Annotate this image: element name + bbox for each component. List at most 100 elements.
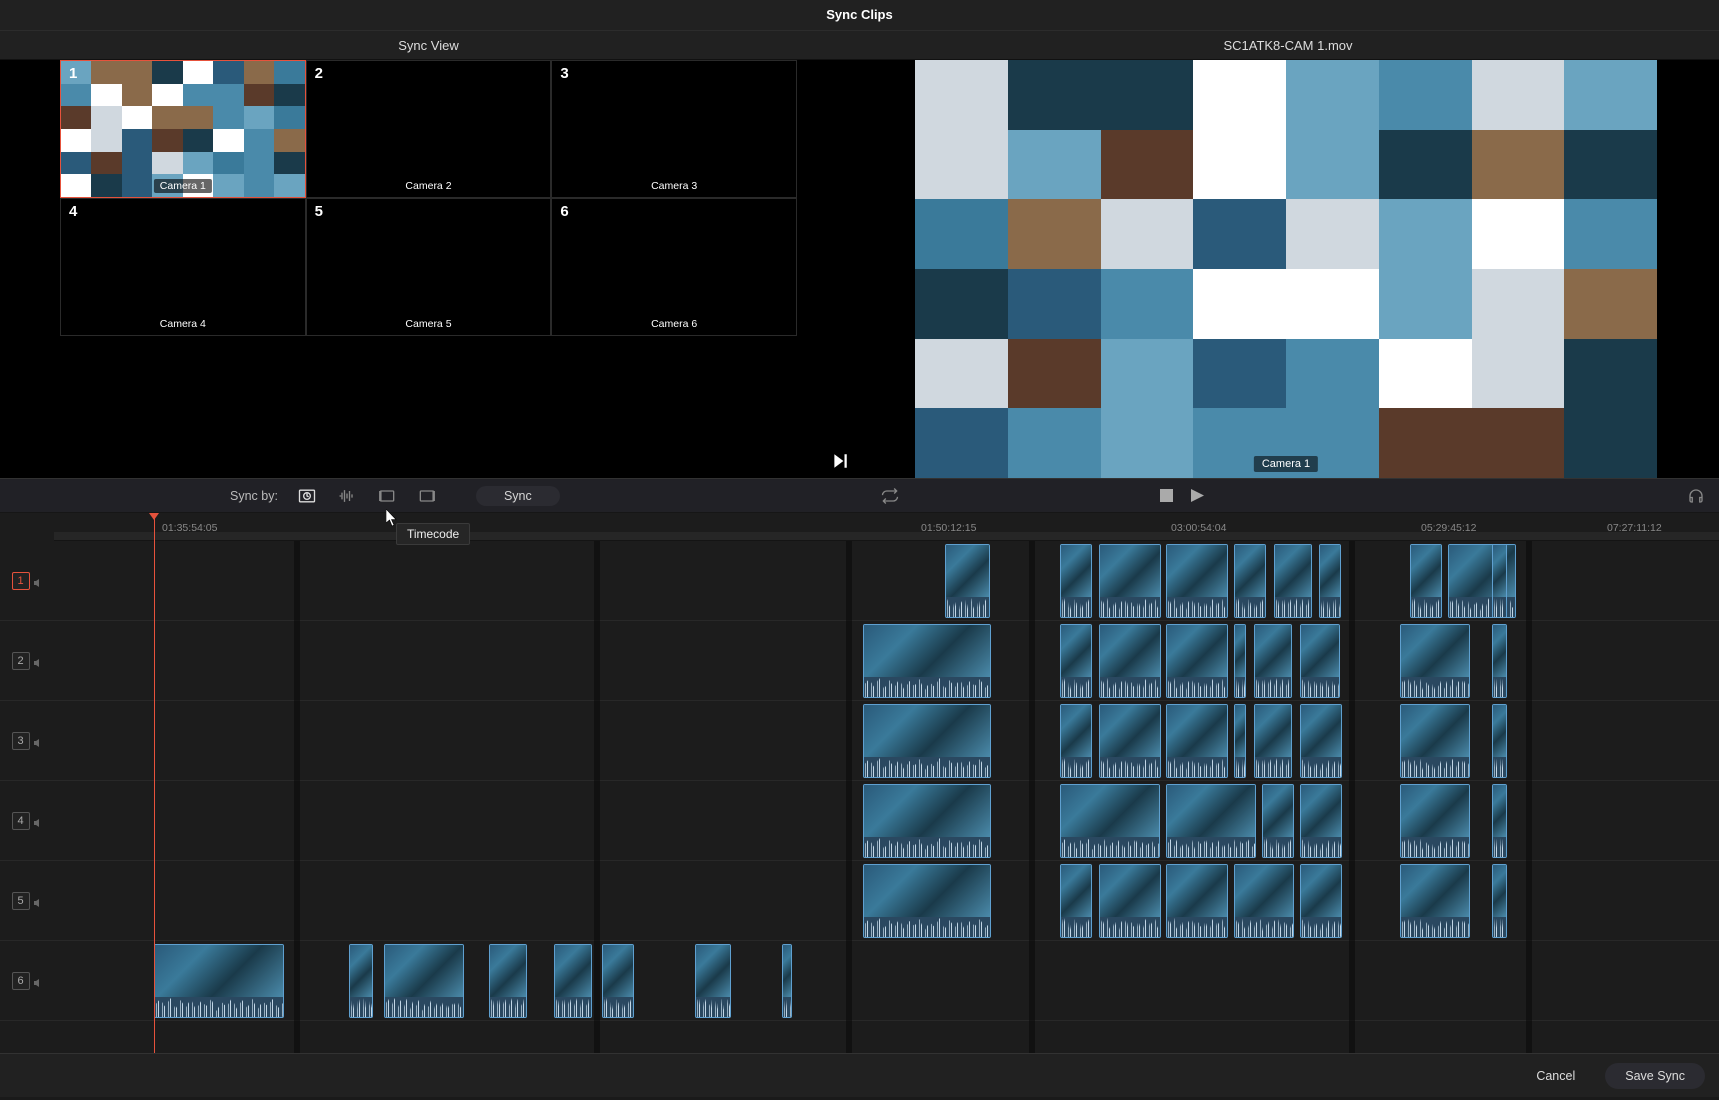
track-audio-icon[interactable] [33,816,43,826]
sync-cell-3[interactable]: 3Camera 3 [551,60,797,198]
track-audio-icon[interactable] [33,736,43,746]
clip[interactable] [863,784,991,858]
sync-by-in-point-icon[interactable] [376,485,398,507]
track-audio-icon[interactable] [33,576,43,586]
clip[interactable] [1234,624,1246,698]
track-audio-icon[interactable] [33,656,43,666]
clip[interactable] [554,944,592,1018]
track-lane-2[interactable] [54,621,1719,701]
clip-waveform [350,997,372,1017]
stop-button[interactable] [1160,489,1173,502]
clip[interactable] [1300,784,1342,858]
sync-button[interactable]: Sync [476,486,560,506]
clip-waveform [1167,837,1255,857]
track-number[interactable]: 3 [12,732,30,750]
clip[interactable] [945,544,990,618]
clip[interactable] [1254,704,1292,778]
clip[interactable] [1400,624,1470,698]
sync-by-timecode-icon[interactable]: Timecode [296,485,318,507]
headphone-icon[interactable] [1687,487,1705,505]
track-lane-4[interactable] [54,781,1719,861]
clip[interactable] [863,704,991,778]
cancel-button[interactable]: Cancel [1516,1063,1595,1089]
clip[interactable] [1400,784,1470,858]
timeline-ruler[interactable]: 01:35:54:059:0701:50:12:1503:00:54:0405:… [54,513,1719,541]
clip[interactable] [1060,864,1092,938]
clip[interactable] [1492,784,1507,858]
track-lane-1[interactable] [54,541,1719,621]
track-lane-6[interactable] [54,941,1719,1021]
clip-thumbnail [1235,545,1265,597]
track-number[interactable]: 5 [12,892,30,910]
sync-by-out-point-icon[interactable] [416,485,438,507]
track-header-2[interactable]: 2 [0,621,54,701]
track-header-5[interactable]: 5 [0,861,54,941]
sync-cell-2[interactable]: 2Camera 2 [306,60,552,198]
clip[interactable] [384,944,464,1018]
clip[interactable] [602,944,634,1018]
clip[interactable] [1492,544,1507,618]
clip[interactable] [782,944,792,1018]
track-number[interactable]: 6 [12,972,30,990]
clip[interactable] [154,944,284,1018]
clip[interactable] [1099,544,1161,618]
clip[interactable] [1300,704,1342,778]
clip[interactable] [1274,544,1312,618]
clip[interactable] [863,624,991,698]
clip[interactable] [1166,784,1256,858]
track-audio-icon[interactable] [33,896,43,906]
clip[interactable] [1300,864,1342,938]
clip-waveform [1100,917,1160,937]
track-number[interactable]: 2 [12,652,30,670]
clip[interactable] [1166,544,1228,618]
sync-cell-5[interactable]: 5Camera 5 [306,198,552,336]
clip[interactable] [1400,864,1470,938]
clip[interactable] [1060,544,1092,618]
clip[interactable] [1492,624,1507,698]
track-audio-icon[interactable] [33,976,43,986]
clip[interactable] [1234,704,1246,778]
clip[interactable] [1492,864,1507,938]
clip[interactable] [1234,544,1266,618]
track-header-4[interactable]: 4 [0,781,54,861]
clip[interactable] [1319,544,1341,618]
sync-cell-6[interactable]: 6Camera 6 [551,198,797,336]
clip[interactable] [695,944,731,1018]
track-header-6[interactable]: 6 [0,941,54,1021]
play-button[interactable] [1191,489,1204,502]
clip[interactable] [1060,784,1160,858]
clip[interactable] [1492,704,1507,778]
track-lane-5[interactable] [54,861,1719,941]
track-header-3[interactable]: 3 [0,701,54,781]
clip[interactable] [1099,704,1161,778]
track-number[interactable]: 4 [12,812,30,830]
clip[interactable] [1234,864,1294,938]
clip[interactable] [1060,704,1092,778]
clip[interactable] [863,864,991,938]
tracks-body[interactable] [54,541,1719,1053]
clip[interactable] [1099,864,1161,938]
save-sync-button[interactable]: Save Sync [1605,1063,1705,1089]
clip[interactable] [1166,704,1228,778]
clip[interactable] [1166,864,1228,938]
clip[interactable] [1099,624,1161,698]
clip[interactable] [1060,624,1092,698]
clip[interactable] [1410,544,1442,618]
clip[interactable] [1262,784,1294,858]
clip[interactable] [1300,624,1340,698]
clip[interactable] [489,944,527,1018]
track-lane-3[interactable] [54,701,1719,781]
sync-cell-4[interactable]: 4Camera 4 [60,198,306,336]
clip[interactable] [1166,624,1228,698]
clip[interactable] [1400,704,1470,778]
sync-cell-1[interactable]: 1Camera 1 [60,60,306,198]
clip-waveform [1401,757,1469,777]
clip[interactable] [349,944,373,1018]
sync-by-waveform-icon[interactable] [336,485,358,507]
track-header-1[interactable]: 1 [0,541,54,621]
loop-icon[interactable] [880,486,900,506]
next-frame-icon[interactable] [831,452,849,470]
clip[interactable] [1254,624,1292,698]
track-number[interactable]: 1 [12,572,30,590]
preview-viewer[interactable]: Camera 1 [915,60,1657,478]
